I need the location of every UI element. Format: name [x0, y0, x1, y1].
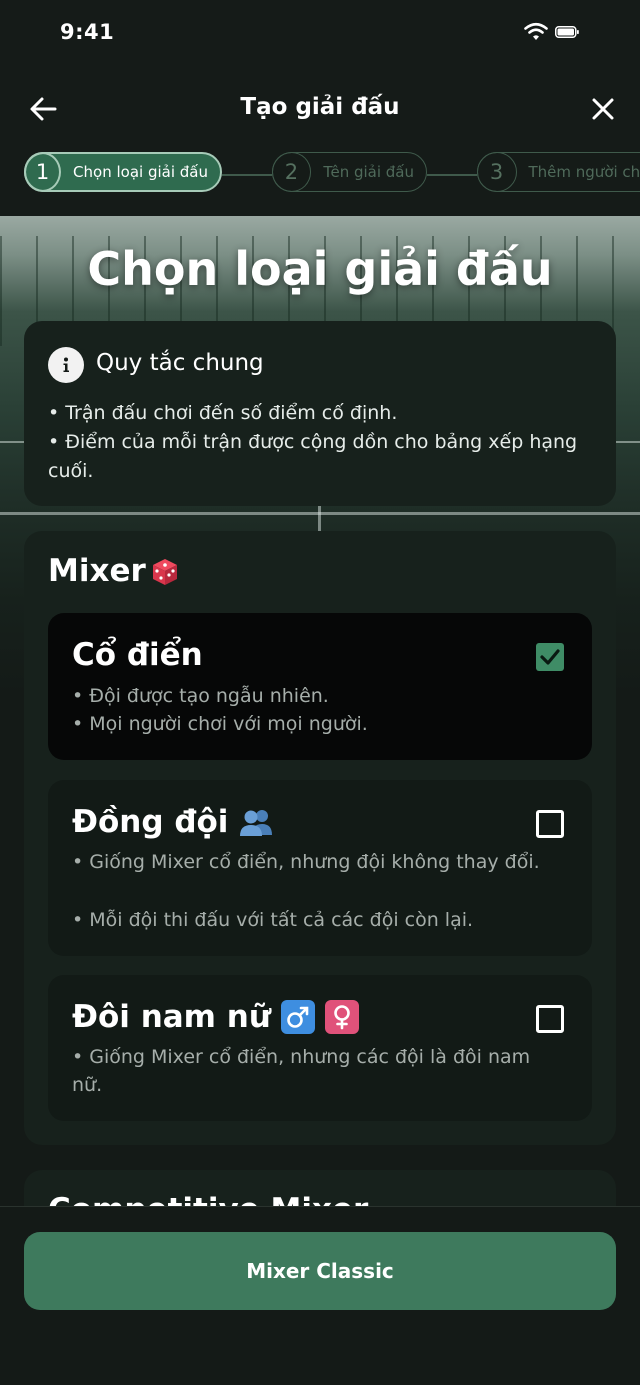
step-number: 3: [477, 152, 517, 192]
step-number: 1: [24, 152, 61, 192]
status-bar: 9:41: [0, 0, 640, 66]
option-title-text: Đồng đội: [72, 804, 228, 840]
checkbox-unchecked[interactable]: [536, 1005, 564, 1033]
step-connector: [222, 174, 272, 176]
wifi-icon: [523, 22, 549, 42]
option-desc: • Giống Mixer cổ điển, nhưng đội không t…: [72, 848, 552, 876]
option-teammates[interactable]: Đồng đội • Giống Mixer cổ điển, nhưng độ…: [48, 780, 592, 956]
male-sign-icon: [281, 1000, 315, 1034]
court-line: [0, 512, 640, 515]
option-title: Đồng đội: [72, 804, 274, 840]
rules-card: Quy tắc chung • Trận đấu chơi đến số điể…: [24, 321, 616, 506]
battery-icon: [555, 26, 579, 38]
close-button[interactable]: [584, 90, 622, 128]
checkmark-icon: [536, 643, 564, 671]
rules-line: • Trận đấu chơi đến số điểm cố định.: [48, 399, 598, 428]
app-header: Tạo giải đấu 1 Chọn loại giải đấu 2 Tên …: [0, 66, 640, 216]
status-time: 9:41: [60, 20, 114, 44]
option-desc: • Mỗi đội thi đấu với tất cả các đội còn…: [72, 906, 552, 934]
option-classic[interactable]: Cổ điển • Đội được tạo ngẫu nhiên. • Mọi…: [48, 613, 592, 760]
option-title: Cổ điển: [72, 637, 203, 673]
step-label: Tên giải đấu: [323, 163, 426, 181]
option-desc: • Giống Mixer cổ điển, nhưng các đội là …: [72, 1043, 552, 1099]
dice-icon: [150, 557, 180, 587]
info-icon: [48, 347, 84, 383]
checkbox-checked[interactable]: [536, 643, 564, 671]
rules-line: • Điểm của mỗi trận được cộng dồn cho bả…: [48, 428, 598, 486]
stepper: 1 Chọn loại giải đấu 2 Tên giải đấu 3 Th…: [0, 150, 640, 198]
option-desc: • Đội được tạo ngẫu nhiên.: [72, 682, 552, 710]
people-icon: [238, 807, 274, 837]
option-title: Đôi nam nữ: [72, 999, 359, 1035]
checkbox-unchecked[interactable]: [536, 810, 564, 838]
step-3[interactable]: 3 Thêm người chơi: [477, 152, 640, 192]
female-sign-icon: [325, 1000, 359, 1034]
mixer-section: Mixer Cổ điển • Đội được tạo ngẫu nhiên.…: [24, 531, 616, 1145]
competitive-mixer-section: Competitive Mixer: [24, 1170, 616, 1210]
page-title: Tạo giải đấu: [0, 94, 640, 120]
hero-title: Chọn loại giải đấu: [0, 242, 640, 296]
step-connector: [427, 174, 477, 176]
section-title: Mixer: [48, 553, 146, 589]
rules-title: Quy tắc chung: [96, 350, 264, 376]
option-title-text: Đôi nam nữ: [72, 999, 271, 1035]
step-1[interactable]: 1 Chọn loại giải đấu: [24, 152, 222, 192]
step-number: 2: [272, 152, 312, 192]
step-label: Thêm người chơi: [529, 163, 640, 181]
continue-button[interactable]: Mixer Classic: [24, 1232, 616, 1310]
option-mixed-doubles[interactable]: Đôi nam nữ • Giống Mixer cổ điển, nhưng …: [48, 975, 592, 1121]
close-icon: [591, 97, 615, 121]
bottom-bar: Mixer Classic: [0, 1206, 640, 1385]
info-glyph-icon: [56, 355, 76, 375]
option-title-text: Cổ điển: [72, 637, 203, 673]
step-label: Chọn loại giải đấu: [73, 163, 220, 181]
step-2[interactable]: 2 Tên giải đấu: [272, 152, 427, 192]
option-desc: • Mọi người chơi với mọi người.: [72, 710, 552, 738]
hero-title-wrap: Chọn loại giải đấu: [0, 216, 640, 326]
